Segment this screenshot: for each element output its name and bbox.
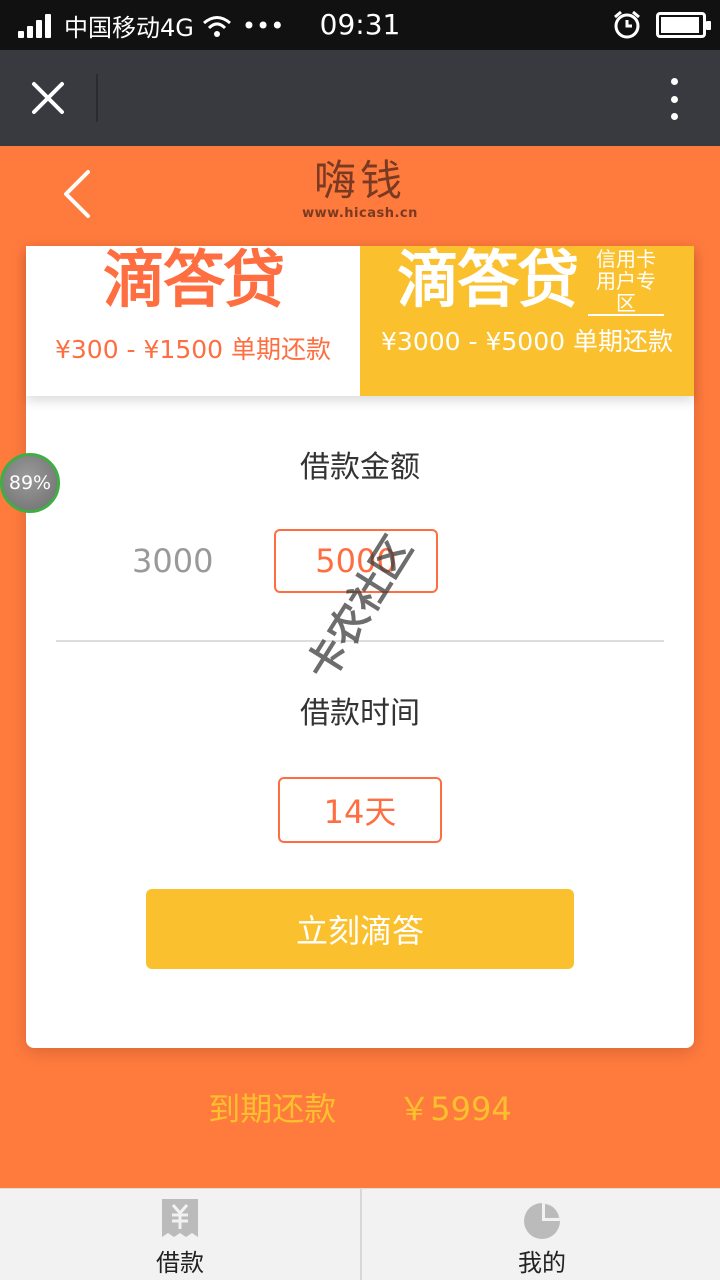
- due-amount: ￥5994: [398, 1090, 512, 1128]
- page-header: 嗨钱 www.hicash.cn: [0, 146, 720, 246]
- logo-url: www.hicash.cn: [302, 206, 418, 221]
- status-bar: 中国移动4G ••• 09:31: [0, 0, 720, 50]
- product-tag: 信用卡用户专区: [588, 248, 664, 316]
- bottom-tab-bar: 借款 我的: [0, 1188, 720, 1280]
- time-option-selected[interactable]: 14天: [278, 777, 442, 843]
- due-repayment: 到期还款 ￥5994: [0, 1084, 720, 1130]
- product-range: ¥3000 - ¥5000 单期还款: [381, 327, 673, 356]
- tab-label: 我的: [518, 1249, 566, 1277]
- product-tab-standard[interactable]: 滴答贷 ¥300 - ¥1500 单期还款: [26, 246, 360, 396]
- product-tab-credit-card[interactable]: 滴答贷 信用卡用户专区 ¥3000 - ¥5000 单期还款: [360, 246, 694, 396]
- battery-icon: [656, 12, 711, 38]
- amount-option-3000[interactable]: 3000: [132, 542, 213, 580]
- submit-button[interactable]: 立刻滴答: [146, 889, 574, 969]
- due-label: 到期还款: [208, 1090, 337, 1128]
- pie-chart-icon: [524, 1203, 560, 1239]
- product-range: ¥300 - ¥1500 单期还款: [54, 335, 331, 364]
- tab-label: 借款: [156, 1249, 204, 1277]
- product-name: 滴答贷: [102, 246, 285, 316]
- toolbar-divider: [96, 74, 98, 122]
- alarm-icon: [614, 10, 640, 39]
- amount-title: 借款金额: [300, 450, 420, 485]
- yuan-receipt-icon: [162, 1199, 198, 1237]
- time-title: 借款时间: [300, 696, 420, 731]
- close-icon[interactable]: [28, 78, 68, 118]
- brand-logo: 嗨钱 www.hicash.cn: [0, 156, 720, 222]
- browser-toolbar: [0, 50, 720, 146]
- tab-mine[interactable]: 我的: [360, 1189, 720, 1280]
- progress-badge[interactable]: 89%: [0, 453, 60, 513]
- tab-loan[interactable]: 借款: [0, 1189, 360, 1280]
- logo-mark: 嗨钱: [313, 156, 406, 205]
- product-selector: 滴答贷 ¥300 - ¥1500 单期还款 滴答贷 信用卡用户专区 ¥3000 …: [26, 246, 694, 396]
- status-right: [612, 10, 711, 40]
- more-options-icon[interactable]: [664, 78, 684, 120]
